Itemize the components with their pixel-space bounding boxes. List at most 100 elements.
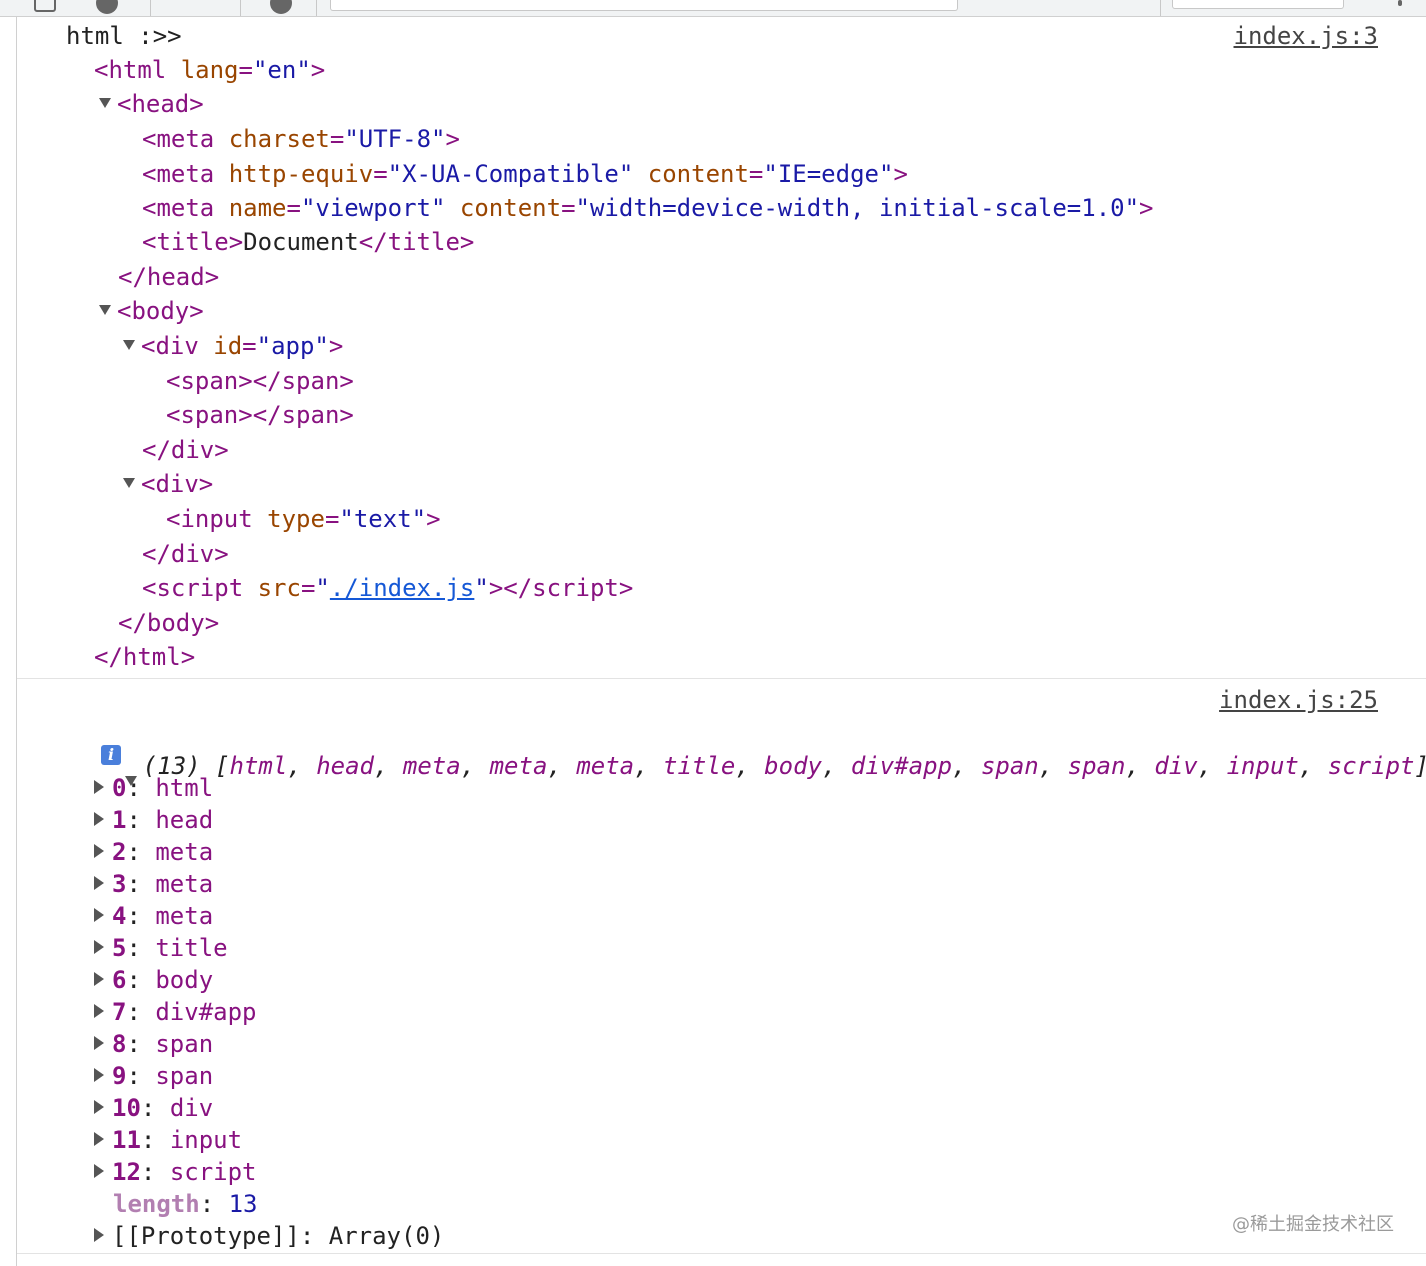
expand-arrow-icon[interactable] [94, 876, 104, 890]
span-tag[interactable]: <span></span> [166, 398, 354, 432]
source-link[interactable]: index.js:25 [1219, 683, 1378, 717]
expand-arrow-icon[interactable] [94, 1036, 104, 1050]
array-entry[interactable]: 7: div#app [94, 995, 257, 1029]
expand-arrow-icon[interactable] [123, 478, 135, 488]
attr-name: lang [180, 56, 239, 84]
attr-value: UTF-8 [358, 125, 432, 153]
array-summary[interactable]: (13) [html, head, meta, meta, meta, titl… [67, 715, 1426, 786]
summary-item: div#app [850, 752, 953, 780]
attr-name: type [267, 505, 325, 533]
meta-charset-tag[interactable]: <meta charset="UTF-8"> [142, 122, 460, 156]
filter-input[interactable] [330, 0, 958, 11]
property-value: Array(0) [328, 1222, 445, 1250]
body-open-tag[interactable]: <body> [99, 294, 204, 328]
array-entry[interactable]: 6: body [94, 963, 213, 997]
property-key: [[Prototype]] [112, 1222, 300, 1250]
array-entry[interactable]: 8: span [94, 1027, 213, 1061]
attr-name: src [257, 574, 301, 602]
summary-item: span [980, 752, 1039, 780]
prototype-property[interactable]: [[Prototype]]: Array(0) [94, 1219, 444, 1253]
array-entry[interactable]: 1: head [94, 803, 213, 837]
html-close-tag: </html> [94, 643, 196, 671]
array-entry[interactable]: 0: html [94, 771, 213, 805]
info-icon[interactable]: i [101, 745, 121, 765]
summary-item: div [1154, 752, 1198, 780]
script-tag[interactable]: <script src="./index.js"></script> [142, 571, 633, 605]
entry-index: 10 [112, 1094, 141, 1122]
array-entry[interactable]: 3: meta [94, 867, 213, 901]
entry-index: 2 [112, 838, 127, 866]
summary-item: html [229, 752, 288, 780]
expand-arrow-icon[interactable] [94, 780, 104, 794]
input-tag[interactable]: <input type="text"> [166, 502, 441, 536]
expand-arrow-icon[interactable] [94, 1004, 104, 1018]
log-label: html :>> [66, 19, 182, 53]
more-options-icon[interactable] [1398, 0, 1402, 6]
expand-arrow-icon[interactable] [94, 812, 104, 826]
console-message-html: index.js:3 html :>> <html lang="en"> <he… [17, 17, 1426, 679]
property-value: 13 [228, 1190, 258, 1218]
head-open-tag[interactable]: <head> [99, 87, 204, 121]
title-tag[interactable]: <title>Document</title> [142, 225, 474, 259]
expand-arrow-icon[interactable] [99, 305, 111, 315]
entry-index: 7 [112, 998, 127, 1026]
div-open-tag[interactable]: <div> [123, 467, 213, 501]
length-property: length: 13 [113, 1190, 258, 1218]
div-app-open-tag[interactable]: <div id="app"> [123, 329, 343, 363]
entry-index: 3 [112, 870, 127, 898]
expand-arrow-icon[interactable] [123, 340, 135, 350]
source-link[interactable]: index.js:3 [1234, 19, 1379, 53]
html-open-tag[interactable]: <html lang="en"> [94, 53, 325, 87]
clear-console-icon[interactable] [96, 0, 118, 14]
meta-http-equiv-tag[interactable]: <meta http-equiv="X-UA-Compatible" conte… [142, 157, 908, 191]
entry-value: script [169, 1158, 257, 1186]
toolbar-divider [316, 0, 317, 16]
attr-name: id [213, 332, 243, 360]
summary-item: span [1067, 752, 1126, 780]
span-tag[interactable]: <span></span> [166, 364, 354, 398]
array-entry[interactable]: 5: title [94, 931, 228, 965]
log-levels-dropdown[interactable] [1172, 0, 1344, 9]
property-key: length [113, 1190, 200, 1218]
expand-arrow-icon[interactable] [94, 1068, 104, 1082]
entry-index: 12 [112, 1158, 141, 1186]
expand-arrow-icon[interactable] [94, 1164, 104, 1178]
entry-index: 6 [112, 966, 127, 994]
watermark: @稀土掘金技术社区 [1232, 1214, 1394, 1235]
div-close-tag: </div> [142, 540, 229, 568]
entry-value: span [155, 1062, 214, 1090]
eye-icon[interactable] [270, 0, 292, 14]
toolbar-divider [240, 0, 241, 16]
sidebar-toggle-icon[interactable] [34, 0, 56, 12]
attr-name: charset [228, 125, 330, 153]
div-close-tag: </div> [142, 436, 229, 464]
array-entry[interactable]: 10: div [94, 1091, 213, 1125]
entry-value: div#app [155, 998, 257, 1026]
entry-value: head [155, 806, 214, 834]
meta-viewport-tag[interactable]: <meta name="viewport" content="width=dev… [142, 191, 1154, 225]
expand-arrow-icon[interactable] [94, 908, 104, 922]
expand-arrow-icon[interactable] [94, 1100, 104, 1114]
expand-arrow-icon[interactable] [94, 940, 104, 954]
attr-value: width=device-width, initial-scale=1.0 [589, 194, 1125, 222]
array-entry[interactable]: 11: input [94, 1123, 242, 1157]
summary-item: meta [489, 752, 548, 780]
console-toolbar [0, 0, 1426, 17]
expand-arrow-icon[interactable] [94, 972, 104, 986]
entry-index: 4 [112, 902, 127, 930]
array-entry[interactable]: 4: meta [94, 899, 213, 933]
entry-value: body [155, 966, 214, 994]
expand-arrow-icon[interactable] [94, 844, 104, 858]
entry-value: meta [155, 838, 214, 866]
expand-arrow-icon[interactable] [94, 1228, 104, 1242]
entry-value: html [155, 774, 214, 802]
array-entry[interactable]: 12: script [94, 1155, 257, 1189]
script-src-link[interactable]: ./index.js [330, 574, 475, 602]
array-entry[interactable]: 2: meta [94, 835, 213, 869]
entry-value: meta [155, 902, 214, 930]
array-entry[interactable]: 9: span [94, 1059, 213, 1093]
expand-arrow-icon[interactable] [99, 98, 111, 108]
title-text: Document [243, 228, 359, 256]
summary-item: body [764, 752, 822, 780]
expand-arrow-icon[interactable] [94, 1132, 104, 1146]
